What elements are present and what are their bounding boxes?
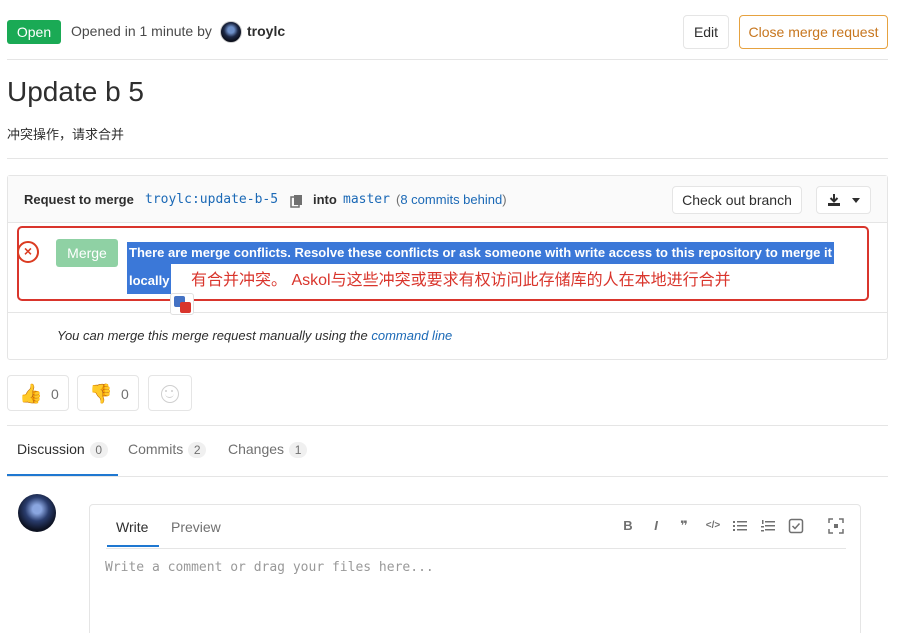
manual-merge-hint: You can merge this merge request manuall…	[57, 328, 452, 343]
into-label: into	[313, 192, 337, 207]
copy-icon[interactable]	[290, 194, 304, 208]
download-icon	[828, 194, 840, 206]
thumbs-up-icon: 👍	[19, 384, 43, 405]
tab-changes-count: 1	[289, 442, 308, 458]
preview-tab[interactable]: Preview	[171, 519, 221, 535]
editor-toolbar-divider	[106, 548, 846, 549]
command-line-link[interactable]: command line	[371, 328, 452, 343]
merge-widget-header: Request to merge troylc:update-b-5 into …	[8, 176, 887, 223]
tab-discussion[interactable]: Discussion 0	[17, 441, 108, 458]
author-link[interactable]: troylc	[247, 23, 285, 39]
source-branch-link[interactable]: troylc:update-b-5	[145, 192, 278, 207]
close-merge-request-button[interactable]: Close merge request	[739, 15, 888, 49]
header-divider	[7, 59, 888, 60]
commits-behind: (8 commits behind)	[396, 192, 507, 207]
mr-header: Open Opened in 1 minute by troylc Edit C…	[7, 14, 889, 56]
ordered-list-icon[interactable]	[760, 518, 776, 534]
thumbs-down-count: 0	[121, 386, 129, 402]
tab-discussion-count: 0	[89, 442, 108, 458]
awards-divider	[7, 425, 888, 426]
tab-commits[interactable]: Commits 2	[128, 441, 207, 458]
mr-description: 冲突操作，请求合并	[7, 127, 125, 142]
paren-close: )	[502, 192, 507, 207]
add-reaction-button[interactable]	[148, 375, 192, 411]
author-avatar[interactable]	[220, 21, 242, 43]
tab-commits-count: 2	[188, 442, 207, 458]
comment-textarea[interactable]: Write a comment or drag your files here.…	[105, 560, 434, 575]
tab-commits-label: Commits	[128, 441, 184, 457]
thumbs-down-button[interactable]: 👎 0	[77, 375, 139, 411]
description-divider	[7, 158, 888, 159]
smiley-icon	[161, 385, 179, 403]
status-badge: Open	[7, 20, 61, 44]
thumbs-down-icon: 👎	[89, 384, 113, 405]
quote-icon[interactable]: ❞	[676, 518, 692, 534]
comment-form: Write Preview B I ❞ </> Write a comment …	[89, 504, 861, 633]
tab-discussion-label: Discussion	[17, 441, 85, 457]
edit-button[interactable]: Edit	[683, 15, 729, 49]
page-title: Update b 5	[7, 76, 144, 107]
check-out-branch-button[interactable]: Check out branch	[672, 186, 802, 214]
conflict-message-continued: locally	[127, 264, 172, 294]
opened-text: Opened in 1 minute by	[71, 23, 212, 39]
translation-annotation: 有合并冲突。 Askol与这些冲突或要求有权访问此存储库的人在本地进行合并	[191, 272, 731, 289]
error-icon: ×	[17, 241, 39, 263]
code-icon[interactable]: </>	[702, 518, 724, 534]
manual-merge-prefix: You can merge this merge request manuall…	[57, 328, 368, 343]
thumbs-up-button[interactable]: 👍 0	[7, 375, 69, 411]
target-branch-link[interactable]: master	[343, 192, 390, 207]
tab-changes-label: Changes	[228, 441, 285, 457]
conflict-message: There are merge conflicts. Resolve these…	[127, 242, 834, 264]
request-to-merge-label: Request to merge	[24, 192, 134, 207]
current-user-avatar	[18, 494, 56, 532]
bold-icon[interactable]: B	[620, 518, 636, 534]
tabs-divider	[7, 476, 888, 477]
merge-button[interactable]: Merge	[56, 239, 118, 267]
task-list-icon[interactable]	[788, 518, 804, 534]
italic-icon[interactable]: I	[648, 518, 664, 534]
widget-divider	[8, 312, 887, 313]
tab-changes[interactable]: Changes 1	[228, 441, 308, 458]
list-icon[interactable]	[732, 518, 748, 534]
download-dropdown-button[interactable]	[816, 186, 871, 214]
thumbs-up-count: 0	[51, 386, 59, 402]
translate-icon[interactable]	[170, 293, 194, 315]
chevron-down-icon	[852, 198, 860, 203]
fullscreen-icon[interactable]	[828, 518, 844, 534]
commits-behind-link[interactable]: 8 commits behind	[400, 192, 502, 207]
write-tab-indicator	[107, 545, 159, 547]
write-tab[interactable]: Write	[116, 519, 148, 535]
